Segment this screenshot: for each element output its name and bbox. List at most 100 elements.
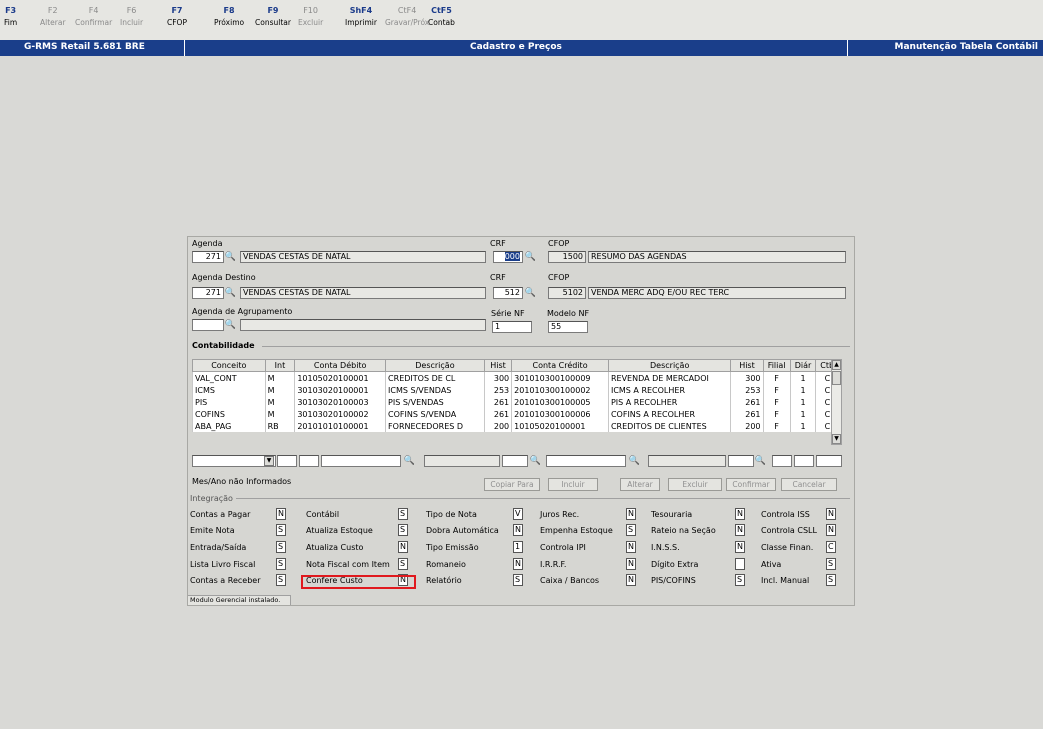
integracao-flag-input[interactable]: N: [626, 508, 636, 520]
fkey-f8-button[interactable]: F8 Próximo: [214, 5, 244, 29]
fkey-f3-button[interactable]: F3 Fim: [4, 5, 17, 29]
conta-debito-prefix-input[interactable]: [299, 455, 319, 467]
crf-search-icon[interactable]: 🔍: [524, 251, 537, 263]
hist-credito-search-icon[interactable]: 🔍: [754, 455, 767, 467]
integracao-flag-input[interactable]: N: [626, 558, 636, 570]
integracao-flag-input[interactable]: C: [826, 541, 836, 553]
fkey-ctf5-button[interactable]: CtF5 Contab: [428, 5, 455, 29]
integracao-flag-input[interactable]: N: [735, 508, 745, 520]
agenda-destino-search-icon[interactable]: 🔍: [224, 287, 237, 299]
integracao-flag-input[interactable]: S: [826, 574, 836, 586]
integracao-flag-input[interactable]: N: [626, 574, 636, 586]
integracao-flag-input[interactable]: N: [735, 524, 745, 536]
integracao-flag-input[interactable]: S: [276, 524, 286, 536]
incluir-button[interactable]: Incluir: [548, 478, 598, 491]
integracao-flag-input[interactable]: N: [513, 558, 523, 570]
crf-input[interactable]: 000: [493, 251, 523, 263]
table-cell: 300: [730, 371, 764, 384]
table-row[interactable]: VAL_CONT M 10105020100001 CREDITOS DE CL 300…: [192, 371, 839, 384]
table-row[interactable]: PIS M 30103020100003 PIS S/VENDAS 261 2010103…: [192, 396, 839, 408]
column-header[interactable]: Descrição: [385, 359, 485, 372]
column-header[interactable]: Hist: [730, 359, 764, 372]
integracao-flag-input[interactable]: S: [735, 574, 745, 586]
confirmar-button[interactable]: Confirmar: [726, 478, 776, 491]
cancelar-button[interactable]: Cancelar: [781, 478, 837, 491]
diar-input[interactable]: [794, 455, 814, 467]
integracao-flag-input[interactable]: N: [513, 524, 523, 536]
column-header[interactable]: Filial: [762, 359, 791, 372]
table-cell: F: [762, 408, 791, 420]
fkey-f9-button[interactable]: F9 Consultar: [255, 5, 291, 29]
table-scrollbar[interactable]: ▲ ▼: [831, 359, 842, 445]
column-header[interactable]: Hist: [483, 359, 513, 372]
fkey-shf4-button[interactable]: ShF4 Imprimir: [345, 5, 377, 29]
fkey-code: ShF4: [349, 6, 373, 15]
integracao-flag-input[interactable]: V: [513, 508, 523, 520]
fkey-label: CFOP: [167, 18, 187, 27]
integracao-flag-input[interactable]: S: [398, 558, 408, 570]
integracao-flag-input[interactable]: S: [626, 524, 636, 536]
table-row[interactable]: COFINS M 30103020100002 COFINS S/VENDA 261 20…: [192, 408, 839, 420]
integracao-flag-input[interactable]: N: [276, 508, 286, 520]
conta-credito-input[interactable]: [546, 455, 626, 467]
hist-credito-input[interactable]: [728, 455, 754, 467]
table-row[interactable]: ABA_PAG RB 20101010100001 FORNECEDORES D 200…: [192, 420, 839, 432]
chevron-down-icon[interactable]: ▼: [264, 456, 274, 466]
fkey-f7-button[interactable]: F7 CFOP: [167, 5, 187, 29]
integracao-flag-input[interactable]: N: [826, 524, 836, 536]
integracao-flag-input[interactable]: S: [276, 541, 286, 553]
integracao-flag-input[interactable]: S: [276, 558, 286, 570]
agenda-destino-code-input[interactable]: 271: [192, 287, 224, 299]
crf-label: CRF: [490, 239, 506, 248]
agrupamento-search-icon[interactable]: 🔍: [224, 319, 237, 331]
agrupamento-code-input[interactable]: [192, 319, 224, 331]
section-divider: [236, 498, 850, 499]
serie-nf-input[interactable]: 1: [492, 321, 532, 333]
integracao-label: Controla IPI: [540, 543, 586, 552]
conta-credito-search-icon[interactable]: 🔍: [628, 455, 641, 467]
integracao-flag-input[interactable]: [735, 558, 745, 570]
excluir-button[interactable]: Excluir: [668, 478, 722, 491]
table-row[interactable]: ICMS M 30103020100001 ICMS S/VENDAS 253 20101…: [192, 384, 839, 396]
fkey-label: Consultar: [255, 18, 291, 27]
scroll-up-icon[interactable]: ▲: [832, 360, 841, 370]
column-header[interactable]: Conceito: [192, 359, 266, 372]
integracao-flag-input[interactable]: S: [276, 574, 286, 586]
integracao-flag-input[interactable]: N: [735, 541, 745, 553]
alterar-button[interactable]: Alterar: [620, 478, 660, 491]
modelo-nf-input[interactable]: 55: [548, 321, 588, 333]
int-input[interactable]: [277, 455, 297, 467]
cfop2-label: CFOP: [548, 273, 570, 282]
copiar-para-button[interactable]: Copiar Para: [484, 478, 540, 491]
title-divider: [847, 40, 848, 56]
agrupamento-description: [240, 319, 486, 331]
column-header[interactable]: Conta Débito: [294, 359, 387, 372]
column-header[interactable]: Descrição: [607, 359, 732, 372]
table-cell: VAL_CONT: [192, 371, 266, 384]
integracao-flag-input[interactable]: S: [398, 508, 408, 520]
integracao-flag-input[interactable]: S: [826, 558, 836, 570]
hist-debito-search-icon[interactable]: 🔍: [529, 455, 542, 467]
conta-debito-input[interactable]: [321, 455, 401, 467]
column-header[interactable]: Int: [264, 359, 296, 372]
crf2-search-icon[interactable]: 🔍: [524, 287, 537, 299]
integracao-flag-input[interactable]: N: [398, 541, 408, 553]
integracao-flag-input[interactable]: N: [826, 508, 836, 520]
hist-debito-input[interactable]: [502, 455, 528, 467]
integracao-flag-input[interactable]: 1: [513, 541, 523, 553]
column-header[interactable]: Diár: [789, 359, 817, 372]
integracao-flag-input[interactable]: S: [513, 574, 523, 586]
conta-debito-search-icon[interactable]: 🔍: [403, 455, 416, 467]
agenda-search-icon[interactable]: 🔍: [224, 251, 237, 263]
integracao-flag-input[interactable]: S: [398, 524, 408, 536]
scroll-thumb[interactable]: [832, 371, 841, 385]
filial-input[interactable]: [772, 455, 792, 467]
ctb-input[interactable]: [816, 455, 842, 467]
screen-subtitle: Manutenção Tabela Contábil: [894, 42, 1038, 52]
column-header[interactable]: Conta Crédito: [511, 359, 609, 372]
integracao-flag-input[interactable]: N: [626, 541, 636, 553]
crf2-input[interactable]: 512: [493, 287, 523, 299]
table-cell: 201010300100005: [511, 396, 609, 408]
scroll-down-icon[interactable]: ▼: [832, 434, 841, 444]
agenda-code-input[interactable]: 271: [192, 251, 224, 263]
